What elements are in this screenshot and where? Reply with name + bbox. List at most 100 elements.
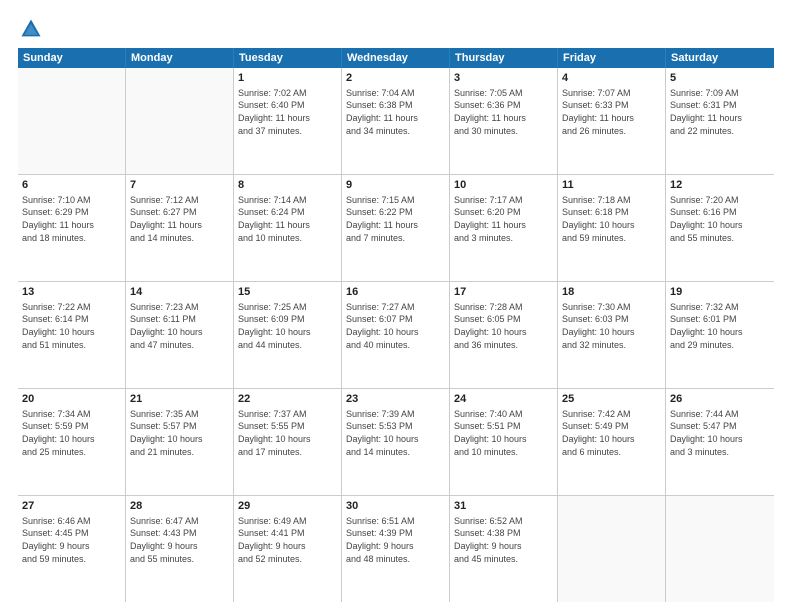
day-info: Sunrise: 7:42 AM Sunset: 5:49 PM Dayligh… [562, 408, 661, 458]
day-number: 25 [562, 392, 661, 407]
cal-cell: 2Sunrise: 7:04 AM Sunset: 6:38 PM Daylig… [342, 68, 450, 174]
header-day-saturday: Saturday [666, 48, 774, 68]
day-info: Sunrise: 7:09 AM Sunset: 6:31 PM Dayligh… [670, 87, 770, 137]
cal-cell: 20Sunrise: 7:34 AM Sunset: 5:59 PM Dayli… [18, 389, 126, 495]
day-info: Sunrise: 7:05 AM Sunset: 6:36 PM Dayligh… [454, 87, 553, 137]
week-row-5: 27Sunrise: 6:46 AM Sunset: 4:45 PM Dayli… [18, 496, 774, 602]
day-number: 29 [238, 499, 337, 514]
logo-icon [20, 18, 42, 40]
day-number: 8 [238, 178, 337, 193]
cal-cell: 24Sunrise: 7:40 AM Sunset: 5:51 PM Dayli… [450, 389, 558, 495]
day-number: 16 [346, 285, 445, 300]
day-info: Sunrise: 7:04 AM Sunset: 6:38 PM Dayligh… [346, 87, 445, 137]
day-info: Sunrise: 7:37 AM Sunset: 5:55 PM Dayligh… [238, 408, 337, 458]
day-info: Sunrise: 7:30 AM Sunset: 6:03 PM Dayligh… [562, 301, 661, 351]
day-number: 14 [130, 285, 229, 300]
day-info: Sunrise: 6:46 AM Sunset: 4:45 PM Dayligh… [22, 515, 121, 565]
day-info: Sunrise: 7:39 AM Sunset: 5:53 PM Dayligh… [346, 408, 445, 458]
day-number: 21 [130, 392, 229, 407]
day-number: 17 [454, 285, 553, 300]
cal-cell: 22Sunrise: 7:37 AM Sunset: 5:55 PM Dayli… [234, 389, 342, 495]
cal-cell: 13Sunrise: 7:22 AM Sunset: 6:14 PM Dayli… [18, 282, 126, 388]
cal-cell: 15Sunrise: 7:25 AM Sunset: 6:09 PM Dayli… [234, 282, 342, 388]
day-info: Sunrise: 7:28 AM Sunset: 6:05 PM Dayligh… [454, 301, 553, 351]
day-number: 11 [562, 178, 661, 193]
day-info: Sunrise: 7:07 AM Sunset: 6:33 PM Dayligh… [562, 87, 661, 137]
calendar-body: 1Sunrise: 7:02 AM Sunset: 6:40 PM Daylig… [18, 68, 774, 602]
calendar-header: SundayMondayTuesdayWednesdayThursdayFrid… [18, 48, 774, 68]
header-day-monday: Monday [126, 48, 234, 68]
day-number: 12 [670, 178, 770, 193]
week-row-2: 6Sunrise: 7:10 AM Sunset: 6:29 PM Daylig… [18, 175, 774, 282]
page: SundayMondayTuesdayWednesdayThursdayFrid… [0, 0, 792, 612]
cal-cell: 4Sunrise: 7:07 AM Sunset: 6:33 PM Daylig… [558, 68, 666, 174]
cal-cell: 8Sunrise: 7:14 AM Sunset: 6:24 PM Daylig… [234, 175, 342, 281]
cal-cell: 9Sunrise: 7:15 AM Sunset: 6:22 PM Daylig… [342, 175, 450, 281]
day-number: 3 [454, 71, 553, 86]
day-number: 26 [670, 392, 770, 407]
day-number: 23 [346, 392, 445, 407]
day-info: Sunrise: 7:34 AM Sunset: 5:59 PM Dayligh… [22, 408, 121, 458]
week-row-1: 1Sunrise: 7:02 AM Sunset: 6:40 PM Daylig… [18, 68, 774, 175]
cal-cell: 10Sunrise: 7:17 AM Sunset: 6:20 PM Dayli… [450, 175, 558, 281]
cal-cell: 17Sunrise: 7:28 AM Sunset: 6:05 PM Dayli… [450, 282, 558, 388]
day-info: Sunrise: 7:25 AM Sunset: 6:09 PM Dayligh… [238, 301, 337, 351]
cal-cell: 25Sunrise: 7:42 AM Sunset: 5:49 PM Dayli… [558, 389, 666, 495]
week-row-3: 13Sunrise: 7:22 AM Sunset: 6:14 PM Dayli… [18, 282, 774, 389]
cal-cell: 7Sunrise: 7:12 AM Sunset: 6:27 PM Daylig… [126, 175, 234, 281]
day-number: 22 [238, 392, 337, 407]
day-number: 5 [670, 71, 770, 86]
day-info: Sunrise: 7:18 AM Sunset: 6:18 PM Dayligh… [562, 194, 661, 244]
day-info: Sunrise: 7:14 AM Sunset: 6:24 PM Dayligh… [238, 194, 337, 244]
cal-cell: 21Sunrise: 7:35 AM Sunset: 5:57 PM Dayli… [126, 389, 234, 495]
day-info: Sunrise: 7:12 AM Sunset: 6:27 PM Dayligh… [130, 194, 229, 244]
day-number: 2 [346, 71, 445, 86]
day-info: Sunrise: 7:02 AM Sunset: 6:40 PM Dayligh… [238, 87, 337, 137]
day-info: Sunrise: 7:22 AM Sunset: 6:14 PM Dayligh… [22, 301, 121, 351]
day-number: 28 [130, 499, 229, 514]
day-info: Sunrise: 7:15 AM Sunset: 6:22 PM Dayligh… [346, 194, 445, 244]
day-info: Sunrise: 6:47 AM Sunset: 4:43 PM Dayligh… [130, 515, 229, 565]
day-number: 20 [22, 392, 121, 407]
cal-cell: 28Sunrise: 6:47 AM Sunset: 4:43 PM Dayli… [126, 496, 234, 602]
day-number: 9 [346, 178, 445, 193]
week-row-4: 20Sunrise: 7:34 AM Sunset: 5:59 PM Dayli… [18, 389, 774, 496]
day-number: 10 [454, 178, 553, 193]
day-number: 6 [22, 178, 121, 193]
cal-cell: 12Sunrise: 7:20 AM Sunset: 6:16 PM Dayli… [666, 175, 774, 281]
cal-cell: 16Sunrise: 7:27 AM Sunset: 6:07 PM Dayli… [342, 282, 450, 388]
cal-cell: 11Sunrise: 7:18 AM Sunset: 6:18 PM Dayli… [558, 175, 666, 281]
day-info: Sunrise: 7:40 AM Sunset: 5:51 PM Dayligh… [454, 408, 553, 458]
cal-cell [126, 68, 234, 174]
day-number: 15 [238, 285, 337, 300]
day-number: 30 [346, 499, 445, 514]
cal-cell: 14Sunrise: 7:23 AM Sunset: 6:11 PM Dayli… [126, 282, 234, 388]
cal-cell: 3Sunrise: 7:05 AM Sunset: 6:36 PM Daylig… [450, 68, 558, 174]
day-number: 1 [238, 71, 337, 86]
day-info: Sunrise: 7:44 AM Sunset: 5:47 PM Dayligh… [670, 408, 770, 458]
cal-cell [666, 496, 774, 602]
day-info: Sunrise: 7:23 AM Sunset: 6:11 PM Dayligh… [130, 301, 229, 351]
day-number: 4 [562, 71, 661, 86]
cal-cell: 6Sunrise: 7:10 AM Sunset: 6:29 PM Daylig… [18, 175, 126, 281]
logo [18, 18, 42, 40]
header-day-friday: Friday [558, 48, 666, 68]
day-number: 18 [562, 285, 661, 300]
day-number: 19 [670, 285, 770, 300]
cal-cell: 1Sunrise: 7:02 AM Sunset: 6:40 PM Daylig… [234, 68, 342, 174]
day-info: Sunrise: 6:51 AM Sunset: 4:39 PM Dayligh… [346, 515, 445, 565]
day-info: Sunrise: 7:32 AM Sunset: 6:01 PM Dayligh… [670, 301, 770, 351]
header-day-wednesday: Wednesday [342, 48, 450, 68]
header-day-tuesday: Tuesday [234, 48, 342, 68]
cal-cell: 31Sunrise: 6:52 AM Sunset: 4:38 PM Dayli… [450, 496, 558, 602]
cal-cell [18, 68, 126, 174]
cal-cell [558, 496, 666, 602]
cal-cell: 5Sunrise: 7:09 AM Sunset: 6:31 PM Daylig… [666, 68, 774, 174]
cal-cell: 27Sunrise: 6:46 AM Sunset: 4:45 PM Dayli… [18, 496, 126, 602]
cal-cell: 19Sunrise: 7:32 AM Sunset: 6:01 PM Dayli… [666, 282, 774, 388]
day-info: Sunrise: 7:35 AM Sunset: 5:57 PM Dayligh… [130, 408, 229, 458]
day-info: Sunrise: 7:17 AM Sunset: 6:20 PM Dayligh… [454, 194, 553, 244]
header-day-thursday: Thursday [450, 48, 558, 68]
calendar: SundayMondayTuesdayWednesdayThursdayFrid… [18, 48, 774, 602]
day-number: 24 [454, 392, 553, 407]
